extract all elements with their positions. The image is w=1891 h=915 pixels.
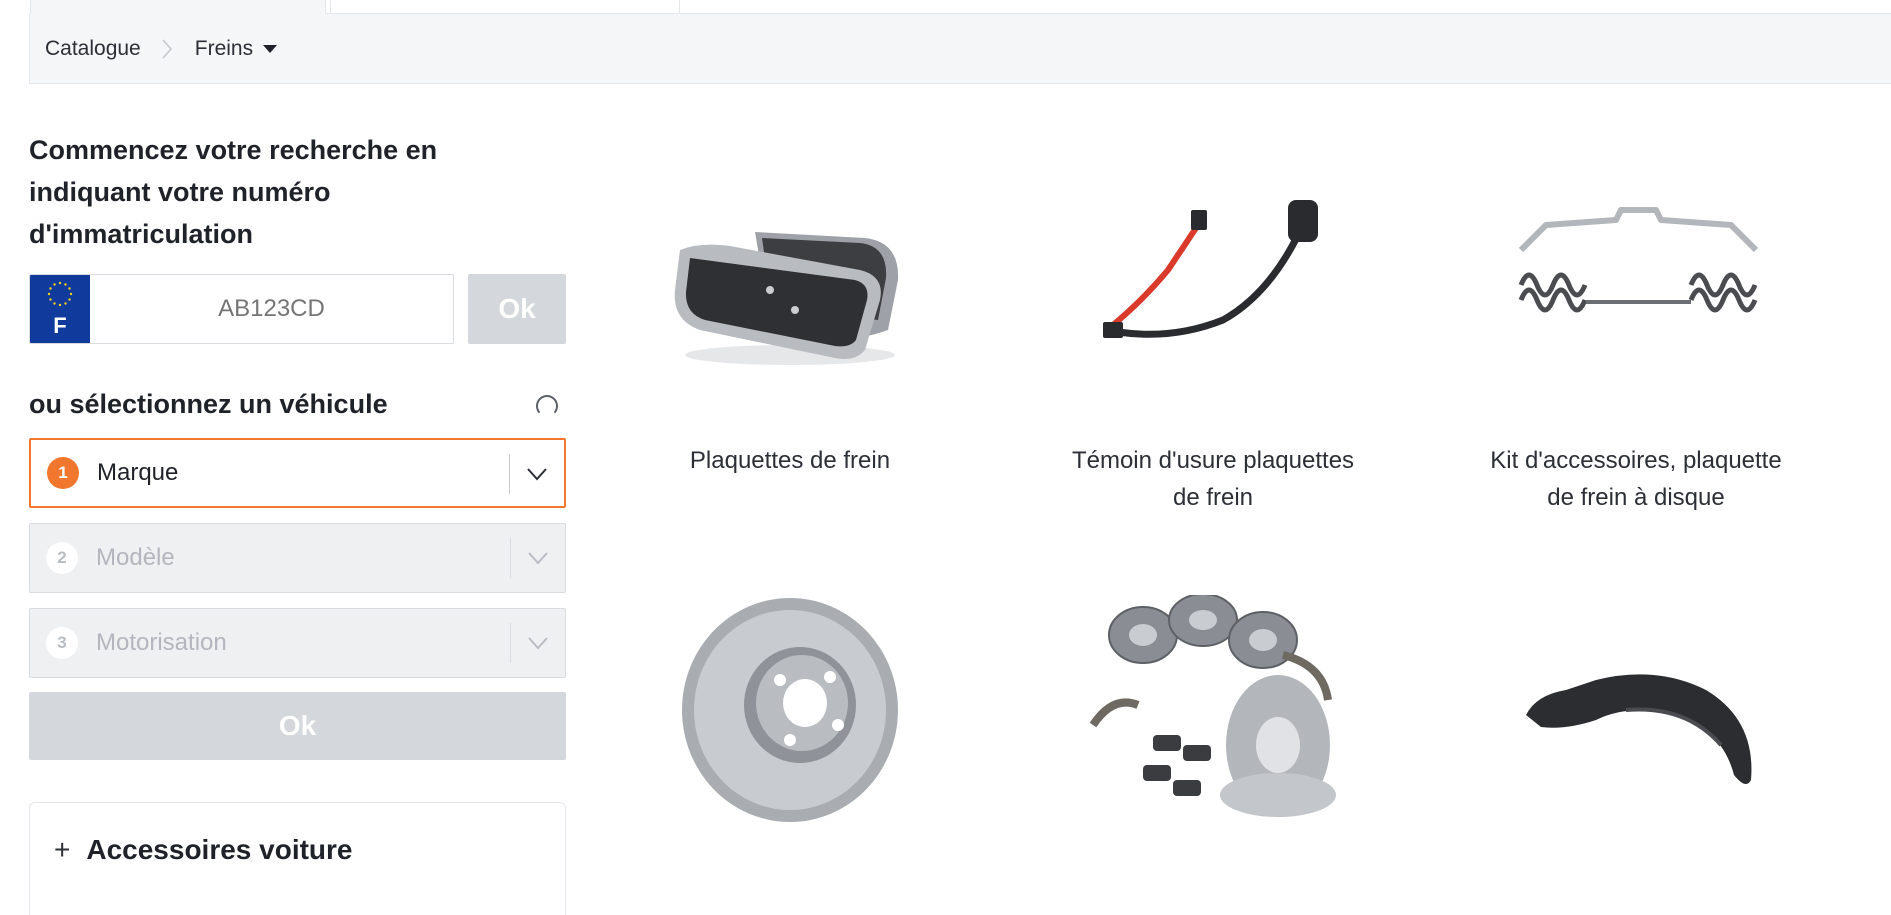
top-tabs (30, 0, 1891, 14)
plate-ok-button[interactable]: Ok (468, 274, 566, 344)
engine-select-label: Motorisation (96, 629, 227, 656)
step-number-badge: 3 (46, 627, 78, 659)
brake-disc-image (640, 595, 940, 835)
brake-pads-image (640, 160, 940, 400)
product-card-splash-panel[interactable] (1486, 595, 1786, 877)
plate-search-title: Commencez votre recherche en indiquant v… (29, 135, 438, 249)
chevron-right-icon (162, 38, 172, 59)
vehicle-select-header: ou sélectionnez un véhicule (29, 389, 566, 420)
select-divider (509, 454, 510, 494)
vehicle-ok-button[interactable]: Ok (29, 692, 566, 760)
license-plate-field: F (29, 274, 454, 344)
accessories-label: Accessoires voiture (86, 834, 353, 865)
vehicle-search-panel: Commencez votre recherche en indiquant v… (29, 84, 566, 915)
step-number-badge: 2 (46, 542, 78, 574)
wear-sensor-image (1063, 160, 1363, 400)
brake-set-image (1063, 595, 1363, 835)
product-card-brake-pads[interactable]: Plaquettes de frein (640, 160, 940, 479)
product-name[interactable]: Plaquettes de frein (640, 442, 940, 479)
select-divider (510, 538, 511, 578)
product-name[interactable]: Kit d'accessoires, plaquette de frein à … (1486, 442, 1786, 516)
brand-select[interactable]: 1 Marque (29, 438, 566, 508)
accessory-kit-image (1486, 160, 1786, 400)
breadcrumb-freins-label: Freins (194, 36, 254, 60)
breadcrumb-freins-dropdown[interactable]: Freins (194, 36, 278, 61)
product-card-accessory-kit[interactable]: Kit d'accessoires, plaquette de frein à … (1486, 160, 1786, 516)
eu-stars-icon (47, 281, 73, 307)
top-tab[interactable] (330, 0, 680, 14)
chevron-down-icon (528, 637, 548, 650)
select-divider (510, 623, 511, 663)
license-plate-input[interactable] (90, 275, 453, 343)
plate-country-code: F (53, 313, 67, 338)
product-card-brake-disc[interactable] (640, 595, 940, 877)
caret-down-icon (263, 44, 278, 53)
reset-icon[interactable] (533, 391, 561, 419)
product-name[interactable]: Témoin d'usure plaquettes de frein (1063, 442, 1363, 516)
accessories-accordion[interactable]: + Accessoires voiture (29, 802, 566, 915)
chevron-down-icon (527, 468, 547, 481)
breadcrumb-catalogue-link[interactable]: Catalogue (45, 37, 141, 61)
chevron-down-icon (528, 552, 548, 565)
plate-search-row: F Ok (29, 274, 566, 344)
model-select-label: Modèle (96, 544, 175, 571)
breadcrumb: Catalogue Freins (29, 14, 1891, 84)
top-tab[interactable] (30, 0, 326, 14)
engine-select[interactable]: 3 Motorisation (29, 608, 566, 678)
step-number-badge: 1 (47, 457, 79, 489)
eu-flag-badge: F (30, 275, 90, 343)
plus-icon: + (54, 834, 71, 865)
product-card-wear-sensor[interactable]: Témoin d'usure plaquettes de frein (1063, 160, 1363, 516)
model-select[interactable]: 2 Modèle (29, 523, 566, 593)
splash-panel-image (1486, 595, 1786, 835)
product-card-brake-set[interactable] (1063, 595, 1363, 877)
vehicle-select-title: ou sélectionnez un véhicule (29, 389, 388, 419)
brand-select-label: Marque (97, 459, 179, 486)
